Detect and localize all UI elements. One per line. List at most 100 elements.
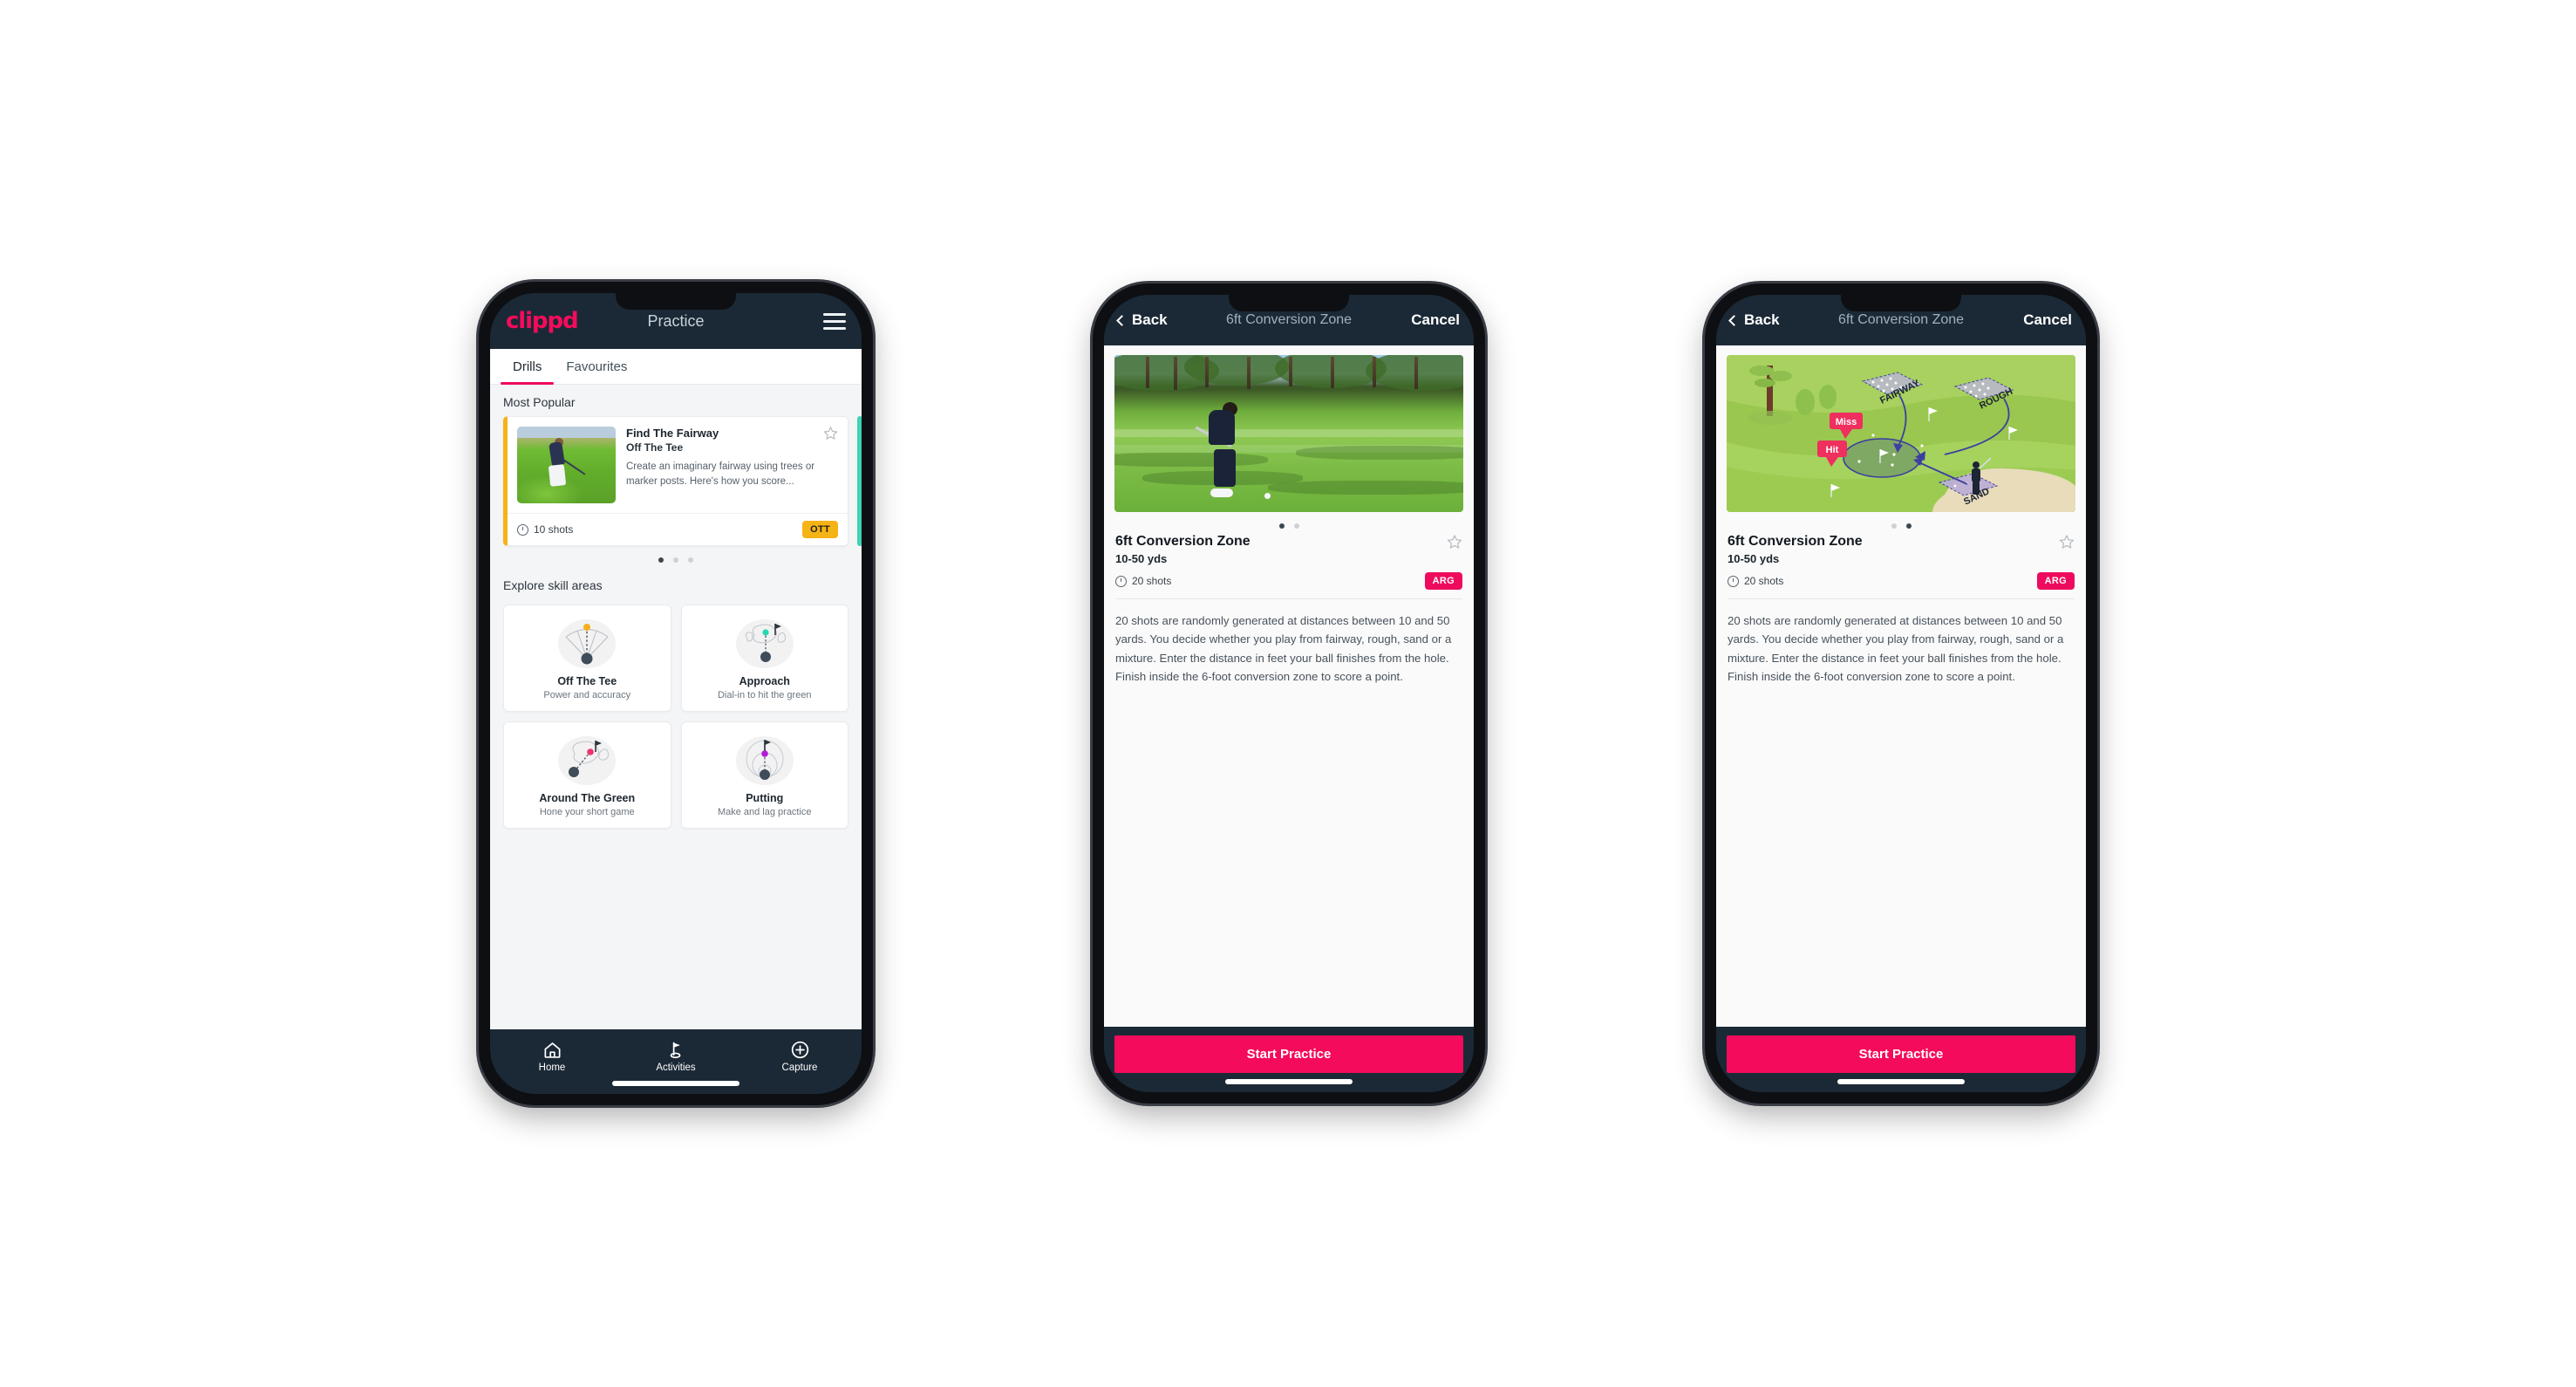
skill-subtitle: Dial-in to hit the green xyxy=(717,690,812,700)
golf-flag-icon xyxy=(614,1038,738,1061)
pagination-dot[interactable] xyxy=(673,557,678,563)
green-target-icon xyxy=(687,614,843,672)
start-practice-button[interactable]: Start Practice xyxy=(1727,1035,2075,1073)
svg-text:Hit: Hit xyxy=(1826,445,1839,455)
next-card-peek[interactable] xyxy=(857,416,862,546)
chevron-left-icon xyxy=(1116,314,1128,326)
skill-card-approach[interactable]: Approach Dial-in to hit the green xyxy=(680,605,848,712)
chip-green-icon xyxy=(509,731,665,789)
detail-meta-row: 20 shots ARG xyxy=(1115,572,1462,598)
drill-card-footer: 10 shots OTT xyxy=(508,513,848,545)
tab-drills[interactable]: Drills xyxy=(501,349,555,385)
screen-drill-detail-video: Back 6ft Conversion Zone Cancel 6ft Conv… xyxy=(1104,295,1474,1092)
skill-name: Off The Tee xyxy=(557,675,617,687)
carousel-pagination xyxy=(490,546,862,568)
golfer-shoes xyxy=(1210,489,1233,497)
shot-count-label: 10 shots xyxy=(534,523,574,536)
tabbar-item-home[interactable]: Home xyxy=(490,1038,614,1073)
golfer-torso xyxy=(1209,410,1235,445)
drill-meta: Find The Fairway Off The Tee Create an i… xyxy=(626,427,838,503)
skill-name: Putting xyxy=(746,792,784,804)
back-label: Back xyxy=(1132,311,1168,328)
star-outline-icon[interactable] xyxy=(823,426,838,441)
tabbar-label: Home xyxy=(538,1062,566,1073)
pagination-dot[interactable] xyxy=(688,557,693,563)
back-label: Back xyxy=(1744,311,1780,328)
skill-areas-grid: Off The Tee Power and accuracy Approach … xyxy=(490,599,862,839)
clock-icon xyxy=(517,523,528,536)
plus-circle-icon xyxy=(738,1038,862,1061)
skill-areas-heading: Explore skill areas xyxy=(503,578,603,592)
cancel-button[interactable]: Cancel xyxy=(1411,311,1460,329)
pagination-dot[interactable] xyxy=(1891,523,1897,529)
drill-media-video[interactable] xyxy=(1114,355,1463,512)
shot-count: 20 shots xyxy=(1115,575,1171,587)
most-popular-heading: Most Popular xyxy=(503,395,576,409)
phone-mockup-drill-detail-video: Back 6ft Conversion Zone Cancel 6ft Conv… xyxy=(1093,284,1485,1103)
shot-count: 20 shots xyxy=(1728,575,1783,587)
clippd-logo[interactable]: clippd xyxy=(506,308,579,334)
screen-drill-detail-illustration: Back 6ft Conversion Zone Cancel FAIRWAY … xyxy=(1716,295,2086,1092)
skill-card-around-the-green[interactable]: Around The Green Hone your short game xyxy=(503,721,671,829)
skill-subtitle: Power and accuracy xyxy=(543,690,631,700)
drill-card-top: Find The Fairway Off The Tee Create an i… xyxy=(508,417,848,513)
star-outline-icon[interactable] xyxy=(1447,534,1462,550)
detail-header: 6ft Conversion Zone 10-50 yds 20 shots A… xyxy=(1104,534,1474,598)
tab-favourites[interactable]: Favourites xyxy=(554,349,639,384)
star-outline-icon[interactable] xyxy=(2059,534,2075,550)
tabbar-label: Capture xyxy=(781,1062,818,1073)
skill-card-putting[interactable]: Putting Make and lag practice xyxy=(680,721,848,829)
skill-name: Approach xyxy=(739,675,790,687)
back-button[interactable]: Back xyxy=(1116,311,1168,329)
course-illustration: FAIRWAY ROUGH SAND Miss Hit xyxy=(1727,355,2075,512)
practice-content: Most Popular Find The Fairway Off The Te… xyxy=(490,385,862,1029)
device-notch xyxy=(1841,295,1961,311)
chevron-left-icon xyxy=(1728,314,1740,326)
clock-icon xyxy=(1115,575,1127,587)
tabbar-item-activities[interactable]: Activities xyxy=(614,1038,738,1073)
tab-bar: Drills Favourites xyxy=(490,349,862,385)
drill-description: Create an imaginary fairway using trees … xyxy=(626,461,815,487)
drill-description: 20 shots are randomly generated at dista… xyxy=(1115,614,1452,684)
device-notch xyxy=(616,293,736,310)
screen-practice-list: clippd Practice Drills Favourites Most P… xyxy=(490,293,862,1094)
pagination-dot[interactable] xyxy=(1293,523,1299,529)
back-button[interactable]: Back xyxy=(1728,311,1780,329)
clock-icon xyxy=(1728,575,1739,587)
pagination-dot[interactable] xyxy=(1905,523,1912,529)
home-indicator xyxy=(1225,1079,1353,1084)
phone-mockup-drill-detail-illustration: Back 6ft Conversion Zone Cancel FAIRWAY … xyxy=(1705,284,2097,1103)
pagination-dot[interactable] xyxy=(1278,523,1285,529)
drill-description: 20 shots are randomly generated at dista… xyxy=(1728,614,2064,684)
drill-card[interactable]: Find The Fairway Off The Tee Create an i… xyxy=(503,416,848,546)
golfer-legs xyxy=(1214,449,1236,487)
home-indicator xyxy=(1837,1079,1965,1084)
status-badge: ARG xyxy=(2036,572,2075,590)
most-popular-carousel[interactable]: Find The Fairway Off The Tee Create an i… xyxy=(490,416,862,546)
cancel-button[interactable]: Cancel xyxy=(2023,311,2072,329)
shot-count-label: 20 shots xyxy=(1132,575,1172,587)
skill-subtitle: Hone your short game xyxy=(539,807,635,817)
pagination-dot[interactable] xyxy=(658,557,664,563)
drill-distance: 10-50 yds xyxy=(1115,552,1168,565)
skill-card-off-the-tee[interactable]: Off The Tee Power and accuracy xyxy=(503,605,671,712)
detail-meta-row: 20 shots ARG xyxy=(1728,572,2075,598)
skill-name: Around The Green xyxy=(539,792,636,804)
start-practice-button[interactable]: Start Practice xyxy=(1114,1035,1463,1073)
svg-text:Miss: Miss xyxy=(1836,417,1857,427)
drill-title: 6ft Conversion Zone xyxy=(1115,534,1251,549)
shot-count: 10 shots xyxy=(517,523,573,536)
golf-ball xyxy=(1264,493,1271,500)
putt-rings-icon xyxy=(687,731,843,789)
home-indicator xyxy=(612,1081,739,1086)
status-badge: ARG xyxy=(1424,572,1462,590)
status-badge: OTT xyxy=(802,521,838,538)
shot-count-label: 20 shots xyxy=(1744,575,1784,587)
drill-media-illustration[interactable]: FAIRWAY ROUGH SAND Miss Hit xyxy=(1727,355,2075,512)
tree-layer xyxy=(1114,355,1463,427)
media-pagination xyxy=(1716,512,2086,534)
drill-category: Off The Tee xyxy=(626,441,684,454)
hamburger-icon[interactable] xyxy=(823,312,846,330)
detail-header: 6ft Conversion Zone 10-50 yds 20 shots A… xyxy=(1716,534,2086,598)
tabbar-item-capture[interactable]: Capture xyxy=(738,1038,862,1073)
